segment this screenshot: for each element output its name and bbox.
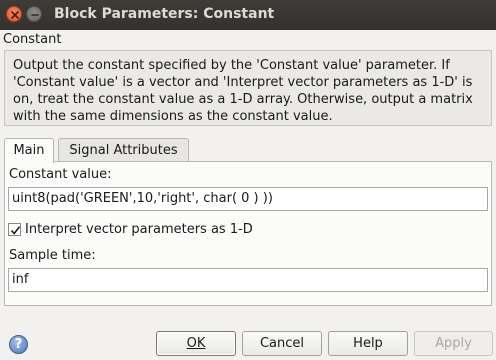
cancel-button-label: Cancel [259, 336, 305, 351]
window-title: Block Parameters: Constant [54, 6, 275, 22]
apply-button-label: Apply [435, 336, 472, 351]
sample-time-label: Sample time: [9, 248, 96, 263]
close-button[interactable] [6, 6, 22, 22]
block-description: Output the constant specified by the 'Co… [4, 50, 492, 126]
close-icon [11, 11, 19, 19]
minimize-button[interactable] [26, 6, 42, 22]
cancel-button[interactable]: Cancel [242, 331, 322, 356]
description-line: Output the constant specified by the 'Co… [13, 58, 450, 73]
ok-button-label: OK [186, 336, 206, 351]
description-line: with the same dimensions as the constant… [13, 109, 333, 124]
sample-time-input[interactable]: inf [8, 268, 488, 292]
minimize-icon [31, 14, 39, 16]
apply-button[interactable]: Apply [414, 331, 493, 356]
help-button[interactable]: Help [328, 331, 408, 356]
help-icon[interactable]: ? [9, 335, 28, 354]
description-line: on, treat the constant value as a 1-D ar… [13, 92, 473, 107]
constant-value-label: Constant value: [9, 167, 112, 182]
description-line: 'Constant value' is a vector and 'Interp… [13, 75, 473, 90]
interpret-vector-checkbox[interactable] [8, 223, 21, 236]
help-button-label: Help [353, 336, 383, 351]
tab-signal-attributes[interactable]: Signal Attributes [58, 138, 189, 162]
constant-value-input[interactable]: uint8(pad('GREEN',10,'right', char( 0 ) … [8, 187, 488, 211]
ok-button[interactable]: OK [156, 331, 236, 356]
tab-main[interactable]: Main [4, 138, 54, 163]
title-bar: Block Parameters: Constant [0, 0, 496, 30]
checkmark-icon [10, 226, 21, 235]
block-type-label: Constant [3, 32, 62, 47]
interpret-vector-label[interactable]: Interpret vector parameters as 1-D [25, 222, 253, 237]
